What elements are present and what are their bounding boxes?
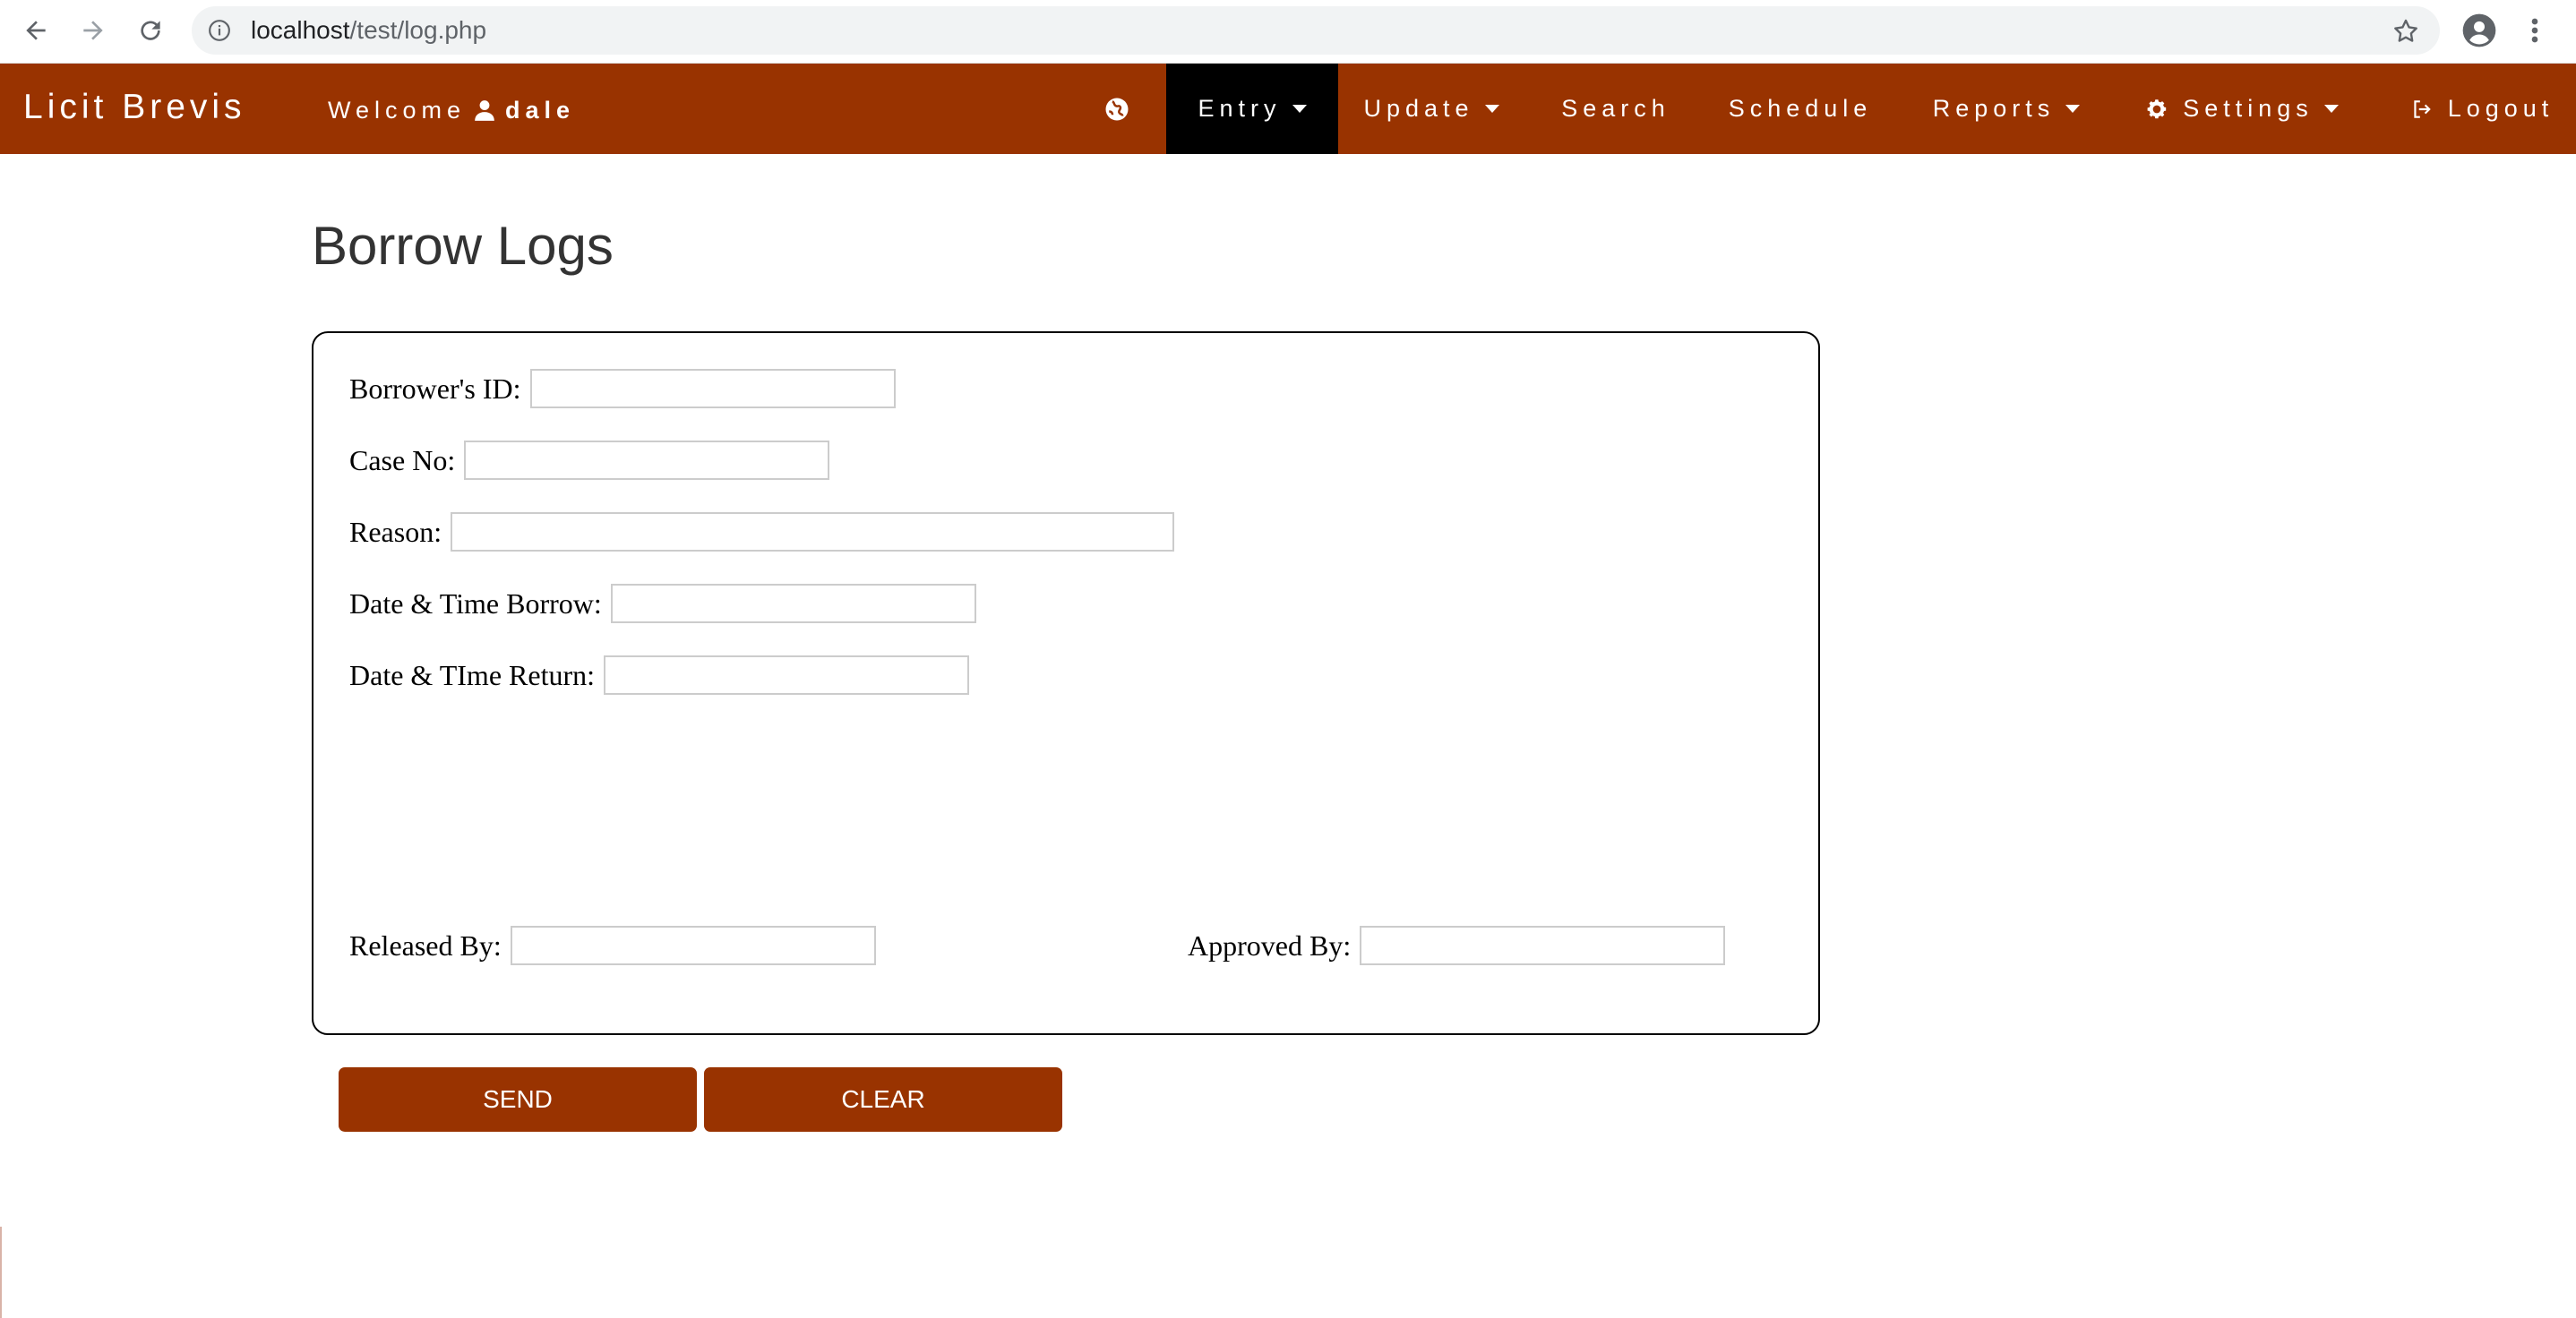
date-return-label: Date & TIme Return: bbox=[349, 658, 595, 691]
case-no-field: Case No: bbox=[349, 441, 830, 480]
url-host: localhost bbox=[251, 16, 350, 44]
page-title: Borrow Logs bbox=[312, 216, 614, 276]
nav-reports-label: Reports bbox=[1932, 95, 2056, 122]
back-icon[interactable] bbox=[18, 13, 54, 48]
approved-by-label: Approved By: bbox=[1188, 929, 1352, 962]
nav-schedule[interactable]: Schedule bbox=[1707, 64, 1893, 154]
star-icon[interactable] bbox=[2391, 17, 2420, 46]
caret-down-icon bbox=[1292, 105, 1307, 113]
page-edge-divider bbox=[0, 1227, 2, 1318]
address-bar[interactable]: localhost/test/log.php bbox=[192, 6, 2440, 55]
borrower-id-input[interactable] bbox=[529, 369, 896, 408]
nav-logout-label: Logout bbox=[2447, 95, 2555, 122]
released-by-label: Released By: bbox=[349, 929, 502, 962]
welcome-message: Welcome dale bbox=[328, 96, 575, 124]
caret-down-icon bbox=[1484, 105, 1499, 113]
reason-label: Reason: bbox=[349, 515, 442, 548]
clear-button[interactable]: CLEAR bbox=[704, 1067, 1062, 1132]
welcome-label: Welcome bbox=[328, 97, 467, 124]
gear-icon bbox=[2147, 98, 2167, 118]
date-borrow-field: Date & Time Borrow: bbox=[349, 584, 976, 623]
nav-update[interactable]: Update bbox=[1338, 64, 1524, 154]
nav-schedule-label: Schedule bbox=[1728, 95, 1873, 122]
nav-logout[interactable]: Logout bbox=[2397, 64, 2567, 154]
browser-toolbar: localhost/test/log.php bbox=[0, 0, 2576, 64]
nav-entry[interactable]: Entry bbox=[1166, 64, 1338, 154]
info-icon[interactable] bbox=[208, 19, 231, 42]
profile-avatar-icon[interactable] bbox=[2461, 13, 2497, 48]
username: dale bbox=[505, 97, 576, 124]
date-return-field: Date & TIme Return: bbox=[349, 655, 969, 695]
date-return-input[interactable] bbox=[604, 655, 969, 695]
nav-settings-label: Settings bbox=[2183, 95, 2314, 122]
case-no-label: Case No: bbox=[349, 443, 456, 476]
more-options-icon[interactable] bbox=[2524, 13, 2546, 48]
nav-reports[interactable]: Reports bbox=[1915, 64, 2098, 154]
date-borrow-label: Date & Time Borrow: bbox=[349, 586, 602, 620]
borrower-id-label: Borrower's ID: bbox=[349, 372, 521, 405]
case-no-input[interactable] bbox=[464, 441, 830, 480]
user-icon bbox=[475, 100, 494, 121]
app-navbar: Licit Brevis Welcome dale Entry Update S… bbox=[0, 64, 2576, 154]
date-borrow-input[interactable] bbox=[610, 584, 976, 623]
globe-icon[interactable] bbox=[1103, 96, 1130, 123]
approved-by-field: Approved By: bbox=[1188, 926, 1726, 965]
nav-entry-label: Entry bbox=[1198, 95, 1282, 122]
nav-update-label: Update bbox=[1363, 95, 1474, 122]
logout-icon bbox=[2414, 99, 2431, 118]
reason-input[interactable] bbox=[451, 512, 1175, 552]
nav-search[interactable]: Search bbox=[1539, 64, 1693, 154]
borrower-id-field: Borrower's ID: bbox=[349, 369, 896, 408]
send-button[interactable]: SEND bbox=[339, 1067, 697, 1132]
reload-icon[interactable] bbox=[133, 13, 168, 48]
url-text[interactable]: localhost/test/log.php bbox=[251, 17, 486, 44]
reason-field: Reason: bbox=[349, 512, 1175, 552]
released-by-field: Released By: bbox=[349, 926, 876, 965]
borrow-log-form: Borrower's ID: Case No: Reason: Date & T… bbox=[312, 331, 1820, 1035]
caret-down-icon bbox=[2065, 105, 2081, 113]
nav-search-label: Search bbox=[1561, 95, 1670, 122]
approved-by-input[interactable] bbox=[1360, 926, 1726, 965]
released-by-input[interactable] bbox=[510, 926, 876, 965]
url-path: /test/log.php bbox=[349, 16, 487, 44]
forward-icon[interactable] bbox=[75, 13, 111, 48]
brand-logo[interactable]: Licit Brevis bbox=[23, 87, 246, 128]
nav-settings[interactable]: Settings bbox=[2132, 64, 2352, 154]
caret-down-icon bbox=[2323, 105, 2339, 113]
